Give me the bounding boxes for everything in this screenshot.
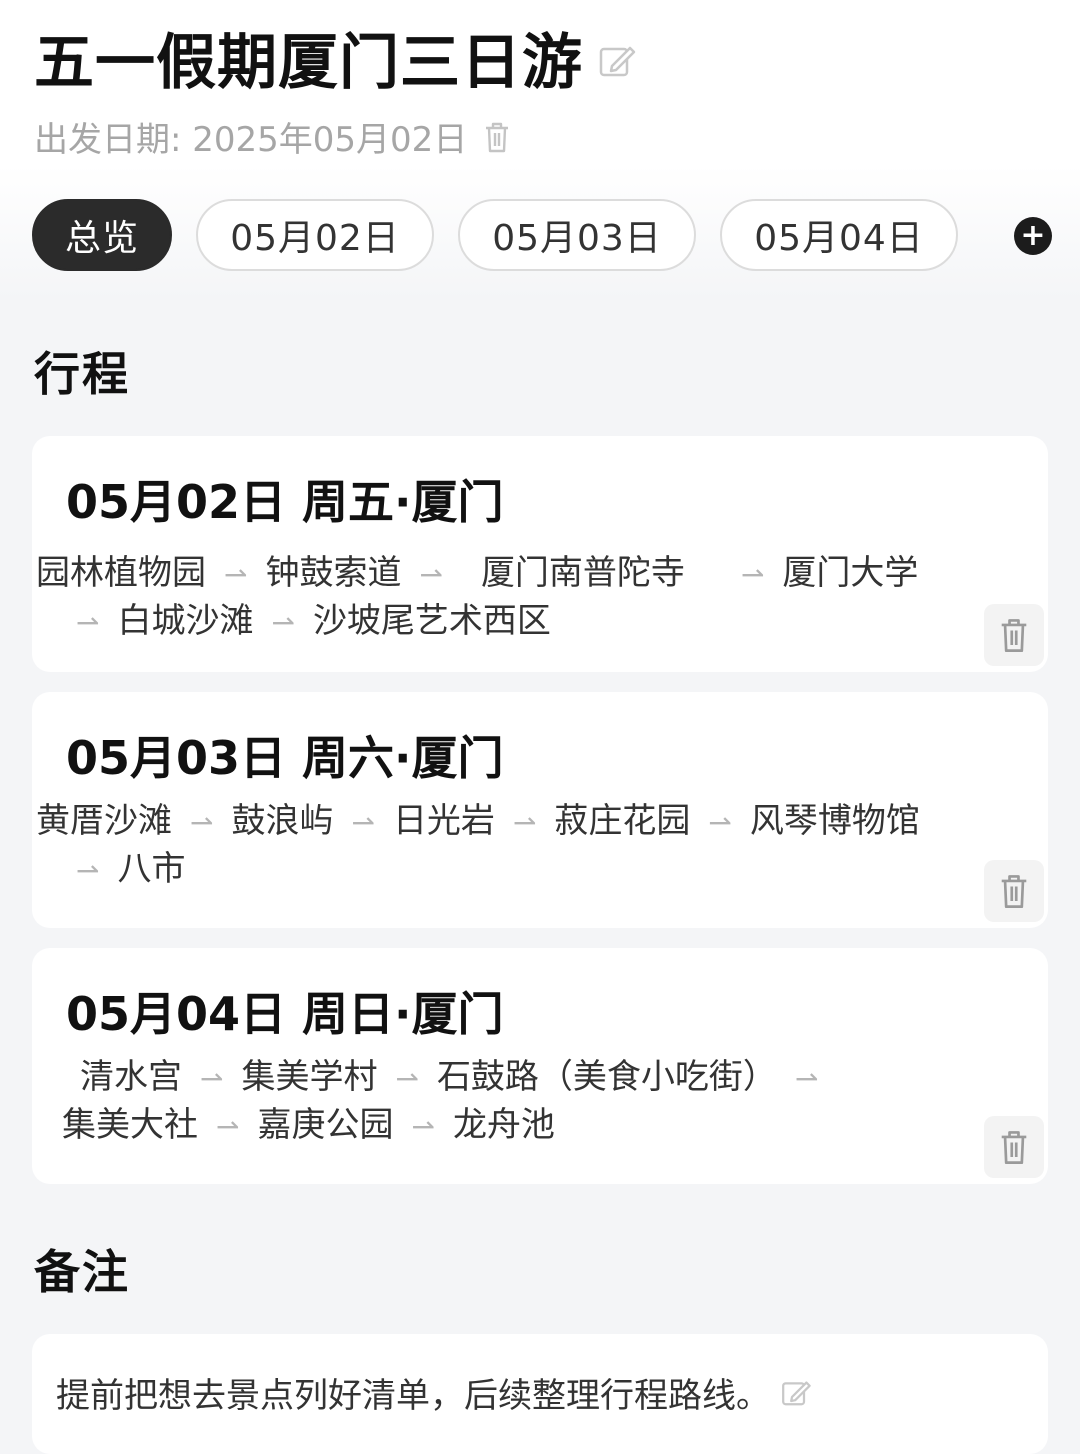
arrow-icon: ⇀: [190, 806, 214, 839]
tab-overview[interactable]: 总览: [32, 199, 172, 271]
day-card: 05月03日 周六·厦门 黄厝沙滩 ⇀ 鼓浪屿 ⇀ 日光岩 ⇀ 菽庄花园 ⇀ 风琴博物馆 ⇀ 八市: [32, 692, 1048, 928]
departure-date: 出发日期: 2025年05月02日: [34, 120, 468, 160]
trash-icon: [1001, 875, 1027, 908]
route-stop: 鼓浪屿: [231, 801, 334, 841]
itinerary-section-title: 行程: [34, 347, 130, 401]
route-line: ⇀ 八市: [76, 844, 988, 896]
route-stop: 清水宫: [80, 1057, 182, 1097]
notes-row: 提前把想去景点列好清单，后续整理行程路线。: [56, 1368, 812, 1417]
notes-section-title: 备注: [34, 1245, 130, 1299]
arrow-icon: ⇀: [200, 1062, 224, 1095]
edit-icon[interactable]: [597, 41, 637, 81]
tab-day-0504[interactable]: 05月04日: [720, 199, 958, 271]
day-card: 05月02日 周五·厦门 园林植物园 ⇀ 钟鼓索道 ⇀ 厦门南普陀寺 ⇀ 厦门大学 ⇀ 白城沙…: [32, 436, 1048, 672]
route-line: 园林植物园 ⇀ 钟鼓索道 ⇀ 厦门南普陀寺 ⇀ 厦门大学: [36, 548, 988, 600]
route-stop: 园林植物园: [36, 553, 206, 593]
route-line: 清水宫 ⇀ 集美学村 ⇀ 石鼓路（美食小吃街） ⇀: [80, 1052, 988, 1104]
route-stop: 厦门大学: [782, 553, 919, 593]
arrow-icon: ⇀: [271, 606, 295, 639]
route-stop: 日光岩: [392, 801, 495, 841]
arrow-icon: ⇀: [512, 806, 537, 839]
route-stop: 沙坡尾艺术西区: [312, 601, 551, 641]
arrow-icon: ⇀: [395, 1062, 419, 1095]
departure-date-row: 出发日期: 2025年05月02日: [34, 112, 511, 161]
route-stop: 石鼓路（美食小吃街）: [436, 1057, 777, 1097]
arrow-icon: ⇀: [351, 806, 375, 839]
arrow-icon: ⇀: [794, 1062, 819, 1095]
route-stop: 集美大社: [62, 1105, 198, 1145]
route-line: 集美大社 ⇀ 嘉庚公园 ⇀ 龙舟池: [62, 1100, 988, 1152]
delete-day-button[interactable]: [984, 1116, 1044, 1178]
route-stop: 菽庄花园: [554, 801, 691, 841]
tab-day-0502[interactable]: 05月02日: [196, 199, 434, 271]
route-stop: 嘉庚公园: [257, 1105, 394, 1145]
route-stop: 黄厝沙滩: [36, 801, 172, 841]
notes-text: 提前把想去景点列好清单，后续整理行程路线。: [56, 1376, 770, 1416]
route-line: 黄厝沙滩 ⇀ 鼓浪屿 ⇀ 日光岩 ⇀ 菽庄花园 ⇀ 风琴博物馆: [36, 796, 988, 848]
tab-day-0503[interactable]: 05月03日: [458, 199, 696, 271]
arrow-icon: ⇀: [216, 1110, 240, 1143]
notes-card[interactable]: 提前把想去景点列好清单，后续整理行程路线。: [32, 1334, 1048, 1454]
day-card: 05月04日 周日·厦门 清水宫 ⇀ 集美学村 ⇀ 石鼓路（美食小吃街） ⇀ 集美大社 ⇀ 嘉…: [32, 948, 1048, 1184]
day-card-title: 05月03日 周六·厦门: [66, 731, 504, 785]
edit-icon[interactable]: [780, 1377, 812, 1409]
arrow-icon: ⇀: [224, 558, 248, 591]
trip-title: 五一假期厦门三日游: [34, 28, 583, 98]
arrow-icon: ⇀: [419, 558, 443, 591]
route-stop: 钟鼓索道: [265, 553, 402, 593]
route-stop: 白城沙滩: [117, 601, 254, 641]
route-line: ⇀ 白城沙滩 ⇀ 沙坡尾艺术西区: [76, 596, 988, 648]
arrow-icon: ⇀: [76, 854, 100, 887]
route-stop: 八市: [117, 849, 186, 889]
day-card-title: 05月02日 周五·厦门: [66, 475, 504, 529]
delete-day-button[interactable]: [984, 604, 1044, 666]
trash-icon: [1001, 1131, 1027, 1164]
arrow-icon: ⇀: [411, 1110, 435, 1143]
title-row: 五一假期厦门三日游: [34, 14, 637, 101]
arrow-icon: ⇀: [740, 558, 765, 591]
day-tabs: 总览 05月02日 05月03日 05月04日: [32, 199, 982, 271]
trash-icon: [1001, 619, 1027, 652]
route-stop: 集美学村: [241, 1057, 378, 1097]
route-stop: 龙舟池: [452, 1105, 555, 1145]
plus-circle-icon[interactable]: +: [1014, 217, 1052, 255]
day-card-title: 05月04日 周日·厦门: [66, 987, 504, 1041]
arrow-icon: ⇀: [708, 806, 732, 839]
arrow-icon: ⇀: [76, 606, 100, 639]
route-stop: 风琴博物馆: [749, 801, 920, 841]
trash-icon[interactable]: [483, 120, 511, 154]
route-stop: 厦门南普陀寺: [480, 553, 685, 593]
delete-day-button[interactable]: [984, 860, 1044, 922]
